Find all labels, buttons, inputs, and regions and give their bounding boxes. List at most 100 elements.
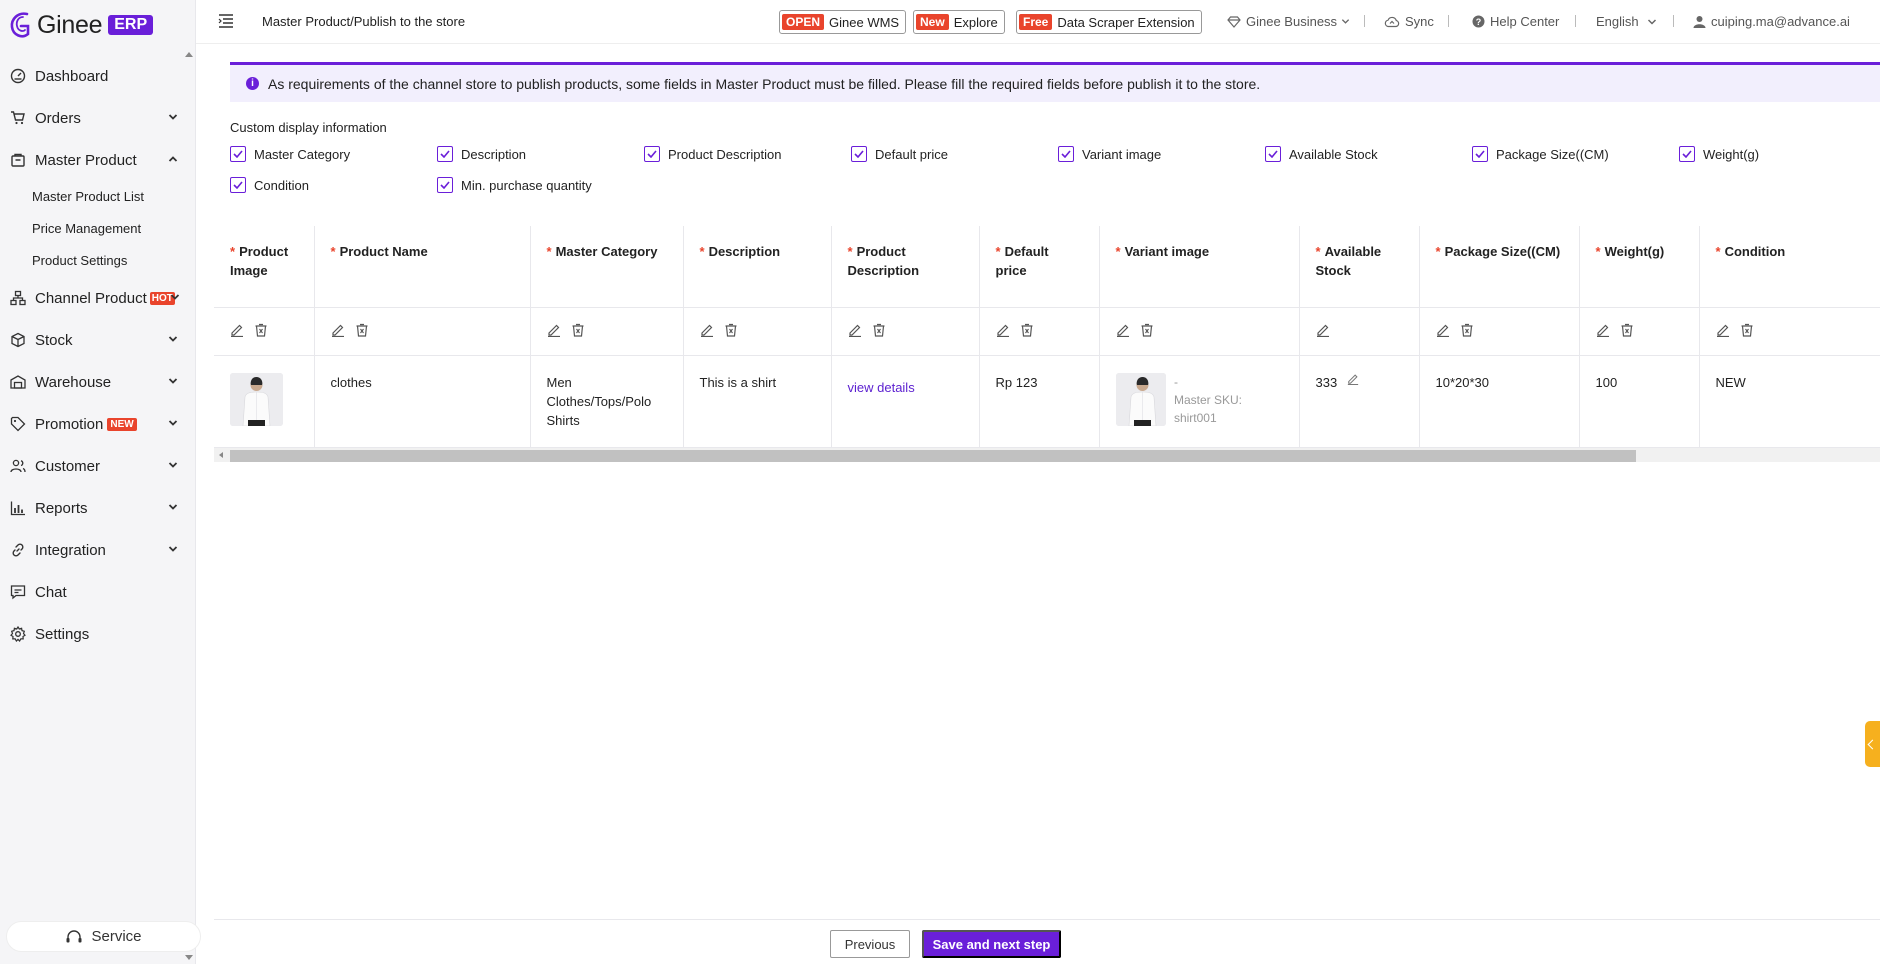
menu-toggle-icon[interactable] [218,13,234,29]
checkbox-label: Variant image [1082,146,1162,162]
chevron-down-icon [168,114,178,120]
previous-button[interactable]: Previous [830,930,910,958]
edit-icon[interactable] [1716,323,1730,338]
checkbox-variant-image[interactable]: Variant image [1058,146,1265,162]
save-next-button[interactable]: Save and next step [922,930,1061,958]
sidebar-subitem-master-product-list[interactable]: Master Product List [0,181,196,213]
sidebar-item-label: Channel Product [35,289,147,307]
horizontal-scrollbar[interactable] [214,448,1880,462]
sidebar-item-dashboard[interactable]: Dashboard [0,55,196,97]
logo[interactable]: Ginee ERP [8,8,154,42]
sidebar-subitem-price-management[interactable]: Price Management [0,213,196,245]
sidebar-item-customer[interactable]: Customer [0,445,196,487]
new-badge: NEW [107,417,137,431]
sidebar-item-integration[interactable]: Integration [0,529,196,571]
clear-icon[interactable] [1140,323,1154,337]
tag-icon [9,416,26,433]
cell-available-stock: 333 [1299,355,1420,448]
breadcrumb: Master Product/Publish to the store [262,14,466,29]
sidebar-item-settings[interactable]: Settings [0,613,196,655]
checkbox-condition[interactable]: Condition [230,177,437,193]
checkbox-description[interactable]: Description [437,146,644,162]
ginee-business-label: Ginee Business [1246,14,1338,29]
clear-icon[interactable] [1740,323,1754,337]
sidebar-item-orders[interactable]: Orders [0,97,196,139]
bulk-tools [1699,307,1880,356]
view-details-link[interactable]: view details [848,380,915,395]
sidebar-item-warehouse[interactable]: Warehouse [0,361,196,403]
help-icon: ? [1472,15,1485,28]
clear-icon[interactable] [1020,323,1034,337]
edit-icon[interactable] [996,323,1010,338]
dashboard-icon [9,68,26,85]
sidebar-item-promotion[interactable]: Promotion NEW [0,403,196,445]
edit-icon[interactable] [547,323,561,338]
clear-icon[interactable] [872,323,886,337]
check-icon [1472,146,1488,162]
edit-icon[interactable] [848,323,862,338]
cell-variant-image: - Master SKU: shirt001 [1099,355,1300,448]
scrollbar-thumb[interactable] [230,450,1636,462]
variant-thumbnail[interactable] [1115,372,1166,426]
help-center-link[interactable]: ? Help Center [1472,14,1559,29]
explore-button[interactable]: New Explore [913,10,1005,34]
scroll-left-icon[interactable] [219,452,223,458]
checkbox-available-stock[interactable]: Available Stock [1265,146,1472,162]
language-select[interactable]: English [1596,14,1662,29]
clear-icon[interactable] [355,323,369,337]
checkbox-label: Package Size((CM) [1496,146,1609,162]
edit-icon[interactable] [331,323,345,338]
checkbox-default-price[interactable]: Default price [851,146,1058,162]
sidebar-item-stock[interactable]: Stock [0,319,196,361]
check-icon [1265,146,1281,162]
data-scraper-button[interactable]: Free Data Scraper Extension [1016,10,1202,34]
data-scraper-label: Data Scraper Extension [1057,14,1195,30]
sidebar-item-channel-product[interactable]: Channel Product HOT [0,277,196,319]
sidebar-item-chat[interactable]: Chat [0,571,196,613]
product-thumbnail[interactable] [230,372,283,426]
edit-icon[interactable] [700,323,714,338]
open-badge: OPEN [782,14,825,30]
cell-master-category: Men Clothes/Tops/Polo Shirts [530,355,684,448]
info-notice: i As requirements of the channel store t… [230,62,1880,102]
edit-icon[interactable] [1436,323,1450,338]
checkbox-weight[interactable]: Weight(g) [1679,146,1779,162]
sidebar-item-master-product[interactable]: Master Product [0,139,196,181]
table-row: clothes Men Clothes/Tops/Polo Shirts Thi… [214,355,1880,448]
clear-icon[interactable] [254,323,268,337]
clear-icon[interactable] [1460,323,1474,337]
sync-button[interactable]: Sync [1384,14,1434,29]
edit-icon[interactable] [1596,323,1610,338]
help-center-label: Help Center [1490,14,1560,29]
checkbox-label: Available Stock [1289,146,1378,162]
checkbox-package-size[interactable]: Package Size((CM) [1472,146,1679,162]
chevron-up-icon [168,156,178,162]
floating-helper-tab[interactable] [1865,721,1880,767]
sidebar-item-label: Promotion [35,415,104,433]
clear-icon[interactable] [1620,323,1634,337]
checkbox-product-description[interactable]: Product Description [644,146,851,162]
checkbox-min-purchase-quantity[interactable]: Min. purchase quantity [437,177,644,193]
edit-icon[interactable] [1116,323,1130,338]
sidebar-subitem-product-settings[interactable]: Product Settings [0,245,196,277]
checkbox-label: Default price [875,146,948,162]
users-icon [9,458,26,475]
bulk-tools [1299,307,1420,356]
service-button[interactable]: Service [6,921,201,952]
check-icon [851,146,867,162]
ginee-business-menu[interactable]: Ginee Business [1227,14,1355,29]
sidebar-item-reports[interactable]: Reports [0,487,196,529]
chevron-down-icon [1647,18,1656,25]
clear-icon[interactable] [571,323,585,337]
edit-icon[interactable] [1316,323,1330,338]
cart-icon [9,110,26,127]
custom-display-title: Custom display information [230,120,387,135]
column-header: * Product Description [831,226,980,308]
edit-icon[interactable] [1347,373,1359,385]
ginee-wms-button[interactable]: OPEN Ginee WMS [779,10,907,34]
sidebar-scroll-down[interactable] [185,955,193,960]
checkbox-master-category[interactable]: Master Category [230,146,437,162]
clear-icon[interactable] [724,323,738,337]
user-menu[interactable]: cuiping.ma@advance.ai [1693,14,1850,29]
edit-icon[interactable] [230,323,244,338]
